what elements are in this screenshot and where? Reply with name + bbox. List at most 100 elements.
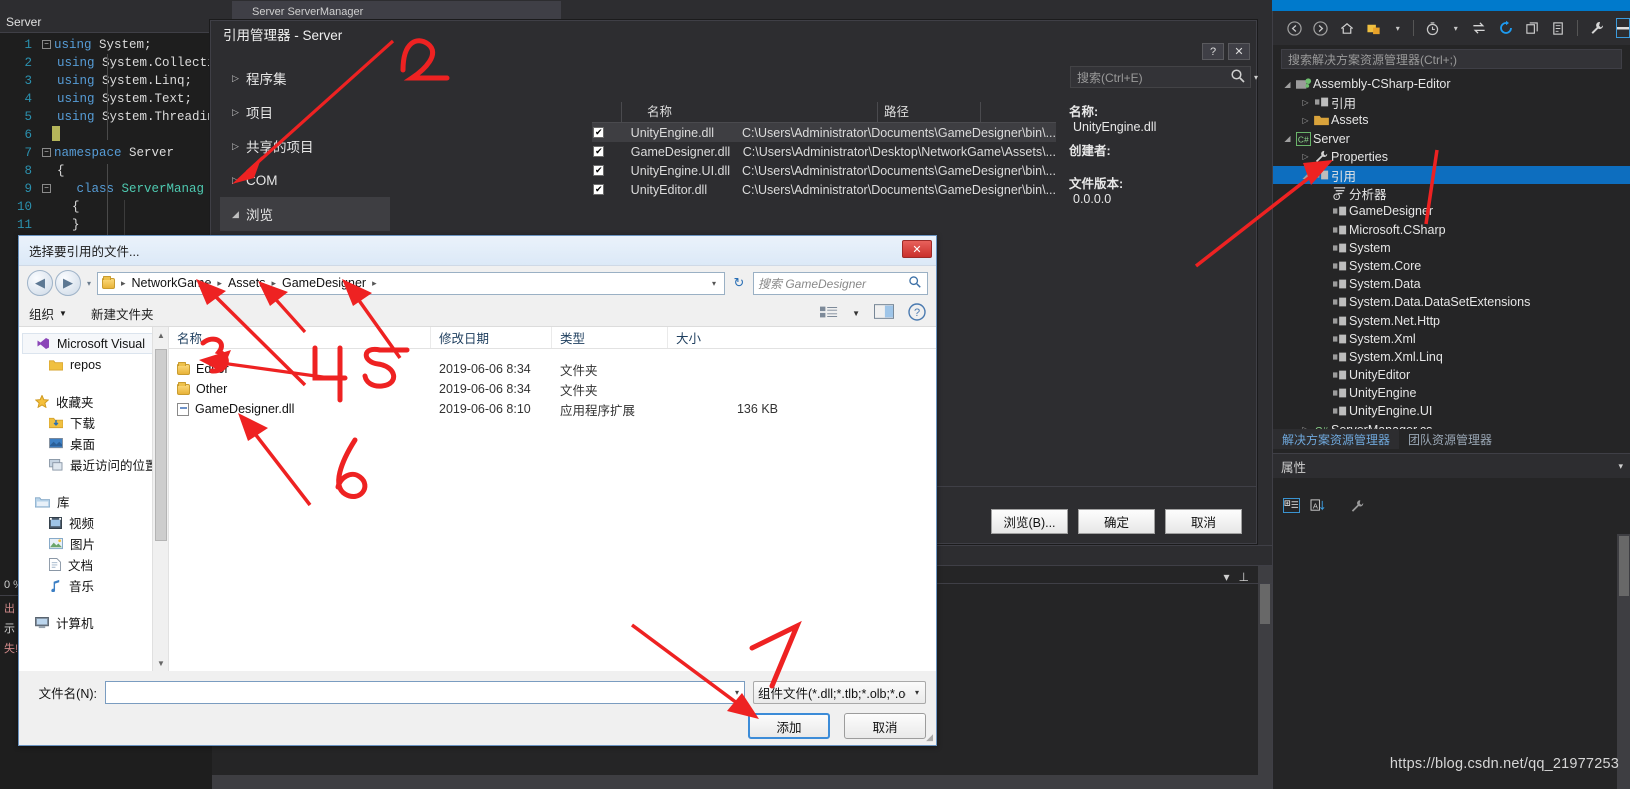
new-folder-button[interactable]: 新建文件夹: [91, 304, 154, 323]
tab-solution-explorer[interactable]: 解决方案资源管理器: [1273, 429, 1400, 449]
sidebar-item-8[interactable]: 视频: [19, 512, 168, 533]
scroll-up-icon[interactable]: ▲: [153, 327, 169, 343]
back-button[interactable]: ◀: [27, 270, 53, 296]
chevron-down-icon[interactable]: ▾: [735, 688, 739, 697]
reference-category-3[interactable]: ▷ 共享的项目: [220, 129, 390, 163]
alphabetical-view-icon[interactable]: A: [1310, 498, 1327, 518]
refresh-button[interactable]: ↻: [727, 272, 751, 294]
tab-team-explorer[interactable]: 团队资源管理器: [1399, 429, 1501, 449]
breadcrumb-separator[interactable]: ▸: [372, 278, 377, 289]
minimize-icon[interactable]: [1616, 18, 1630, 38]
file-type-filter-select[interactable]: 组件文件(*.dll;*.tlb;*.olb;*.ocx; ▾: [753, 681, 926, 704]
column-header-type[interactable]: 类型: [552, 327, 668, 348]
solution-explorer-toolbar[interactable]: ▾ ▾: [1273, 11, 1630, 45]
chevron-down-icon[interactable]: ▾: [1223, 570, 1229, 584]
places-sidebar[interactable]: Microsoft Visual repos 收藏夹 下载 桌面 最近访问的位置库视频 图片…: [19, 327, 169, 671]
dropdown-icon[interactable]: ▾: [1393, 19, 1402, 37]
file-search-input[interactable]: 搜索 GameDesigner: [753, 271, 928, 295]
output-vertical-scrollbar[interactable]: [1258, 566, 1272, 789]
tree-node[interactable]: System.Data.DataSetExtensions: [1273, 293, 1630, 311]
resize-grip[interactable]: ◢: [926, 732, 933, 743]
expander-icon[interactable]: ▷: [232, 141, 246, 152]
properties-toolbar[interactable]: A: [1273, 494, 1630, 522]
tree-node[interactable]: System.Core: [1273, 257, 1630, 275]
breadcrumb-item-gamedesigner[interactable]: GameDesigner: [282, 276, 366, 290]
file-dialog-buttons[interactable]: 添加 取消: [19, 704, 936, 739]
chevron-down-icon[interactable]: ▼: [852, 309, 860, 318]
reference-row-checkbox[interactable]: ✔: [592, 146, 606, 157]
file-dialog-toolbar[interactable]: 组织 ▼ 新建文件夹 ▼ ?: [19, 300, 936, 327]
chevron-down-icon[interactable]: ▾: [915, 688, 919, 697]
cancel-button[interactable]: 取消: [1165, 509, 1242, 534]
tree-node[interactable]: System.Xml.Linq: [1273, 348, 1630, 366]
solution-tree[interactable]: ◢ Assembly-CSharp-Editor ▷ 引用 ▷ Assets ◢ C# Serv…: [1273, 71, 1630, 439]
reference-category-2[interactable]: ▷ 项目: [220, 95, 390, 129]
file-row[interactable]: Editor 2019-06-06 8:34 文件夹: [169, 359, 936, 379]
tree-node[interactable]: UnityEditor: [1273, 366, 1630, 384]
search-icon[interactable]: [908, 275, 922, 292]
sidebar-item-5[interactable]: 桌面: [19, 433, 168, 454]
file-dialog-navbar[interactable]: ◀ ▶ ▾ ▸ NetworkGame ▸ Assets ▸ GameDesig…: [19, 266, 936, 300]
reference-category-5[interactable]: ◢ 浏览: [220, 197, 390, 231]
pin-icon[interactable]: ⊥: [1238, 570, 1248, 584]
reference-row[interactable]: ✔ UnityEditor.dll C:\Users\Administrator\D…: [592, 180, 1056, 199]
tree-node[interactable]: System.Xml: [1273, 330, 1630, 348]
header-name-column[interactable]: 名称: [622, 101, 878, 123]
tree-node[interactable]: System.Net.Http: [1273, 311, 1630, 329]
pending-changes-icon[interactable]: [1425, 19, 1440, 37]
file-open-dialog[interactable]: 选择要引用的文件... ✕ ◀ ▶ ▾ ▸ NetworkGame ▸ Asse…: [18, 235, 937, 746]
sidebar-scrollbar[interactable]: ▲ ▼: [152, 327, 168, 671]
reference-row[interactable]: ✔ UnityEngine.dll C:\Users\Administrator\D…: [592, 123, 1056, 142]
column-header-name[interactable]: 名称: [169, 327, 431, 348]
tree-node[interactable]: ◢ Assembly-CSharp-Editor: [1273, 75, 1630, 93]
tree-node[interactable]: GameDesigner: [1273, 202, 1630, 220]
file-name-cell[interactable]: GameDesigner.dll: [169, 402, 431, 416]
breadcrumb[interactable]: ▸ NetworkGame ▸ Assets ▸ GameDesigner ▸ …: [97, 271, 725, 295]
browse-button[interactable]: 浏览(B)...: [991, 509, 1068, 534]
sidebar-item-3[interactable]: 收藏夹: [19, 391, 168, 412]
properties-page-icon[interactable]: [1349, 498, 1366, 519]
sidebar-item-12[interactable]: 计算机: [19, 612, 168, 633]
header-path-column[interactable]: 路径: [878, 101, 981, 123]
reference-row[interactable]: ✔ UnityEngine.UI.dll C:\Users\Administrato…: [592, 161, 1056, 180]
breadcrumb-dropdown-icon[interactable]: ▾: [712, 279, 720, 288]
solution-explorer-tabs[interactable]: 解决方案资源管理器 团队资源管理器: [1273, 429, 1630, 449]
expander-icon[interactable]: ▷: [232, 175, 246, 186]
preview-pane-icon[interactable]: [874, 304, 894, 322]
expander-icon[interactable]: ▷: [1299, 116, 1312, 125]
reference-category-1[interactable]: ▷ 程序集: [220, 61, 390, 95]
tree-node[interactable]: ▷ 引用: [1273, 93, 1630, 111]
dropdown-icon[interactable]: ▾: [1451, 19, 1460, 37]
tree-node[interactable]: ◢ C# Server: [1273, 130, 1630, 148]
expander-icon[interactable]: ◢: [1281, 80, 1294, 89]
expander-icon[interactable]: ◢: [232, 209, 246, 220]
tree-node[interactable]: Microsoft.CSharp: [1273, 221, 1630, 239]
close-icon[interactable]: ✕: [902, 240, 932, 258]
tree-node[interactable]: i 分析器: [1273, 184, 1630, 202]
help-icon[interactable]: ?: [908, 302, 926, 324]
document-tab-servermanager[interactable]: Server ServerManager: [232, 1, 562, 22]
sidebar-item-9[interactable]: 图片: [19, 533, 168, 554]
scrollbar-thumb[interactable]: [155, 349, 167, 541]
organize-button[interactable]: 组织 ▼: [29, 304, 67, 323]
reference-row-checkbox[interactable]: ✔: [592, 127, 606, 138]
history-dropdown-icon[interactable]: ▾: [83, 279, 95, 288]
search-dropdown-icon[interactable]: ▾: [1254, 73, 1258, 82]
expander-icon[interactable]: ▷: [1299, 152, 1312, 161]
expander-icon[interactable]: ◢: [1299, 171, 1312, 180]
sidebar-item-1[interactable]: Microsoft Visual: [22, 333, 168, 354]
forward-button[interactable]: ▶: [55, 270, 81, 296]
breadcrumb-item-assets[interactable]: Assets: [228, 276, 266, 290]
forward-icon[interactable]: [1313, 19, 1328, 37]
reference-row-checkbox[interactable]: ✔: [592, 165, 606, 176]
tree-node[interactable]: ▷ Assets: [1273, 111, 1630, 129]
tree-node[interactable]: ◢ 引用: [1273, 165, 1630, 185]
sidebar-item-4[interactable]: 下载: [19, 412, 168, 433]
solution-explorer-search-input[interactable]: 搜索解决方案资源管理器(Ctrl+;): [1281, 49, 1622, 69]
tree-node[interactable]: UnityEngine.UI: [1273, 402, 1630, 420]
sidebar-item-10[interactable]: 文档: [19, 554, 168, 575]
sidebar-item-7[interactable]: 库: [19, 491, 168, 512]
expander-icon[interactable]: ▷: [1299, 98, 1312, 107]
breadcrumb-separator[interactable]: ▸: [121, 278, 126, 289]
scrollbar-thumb[interactable]: [1619, 536, 1629, 596]
